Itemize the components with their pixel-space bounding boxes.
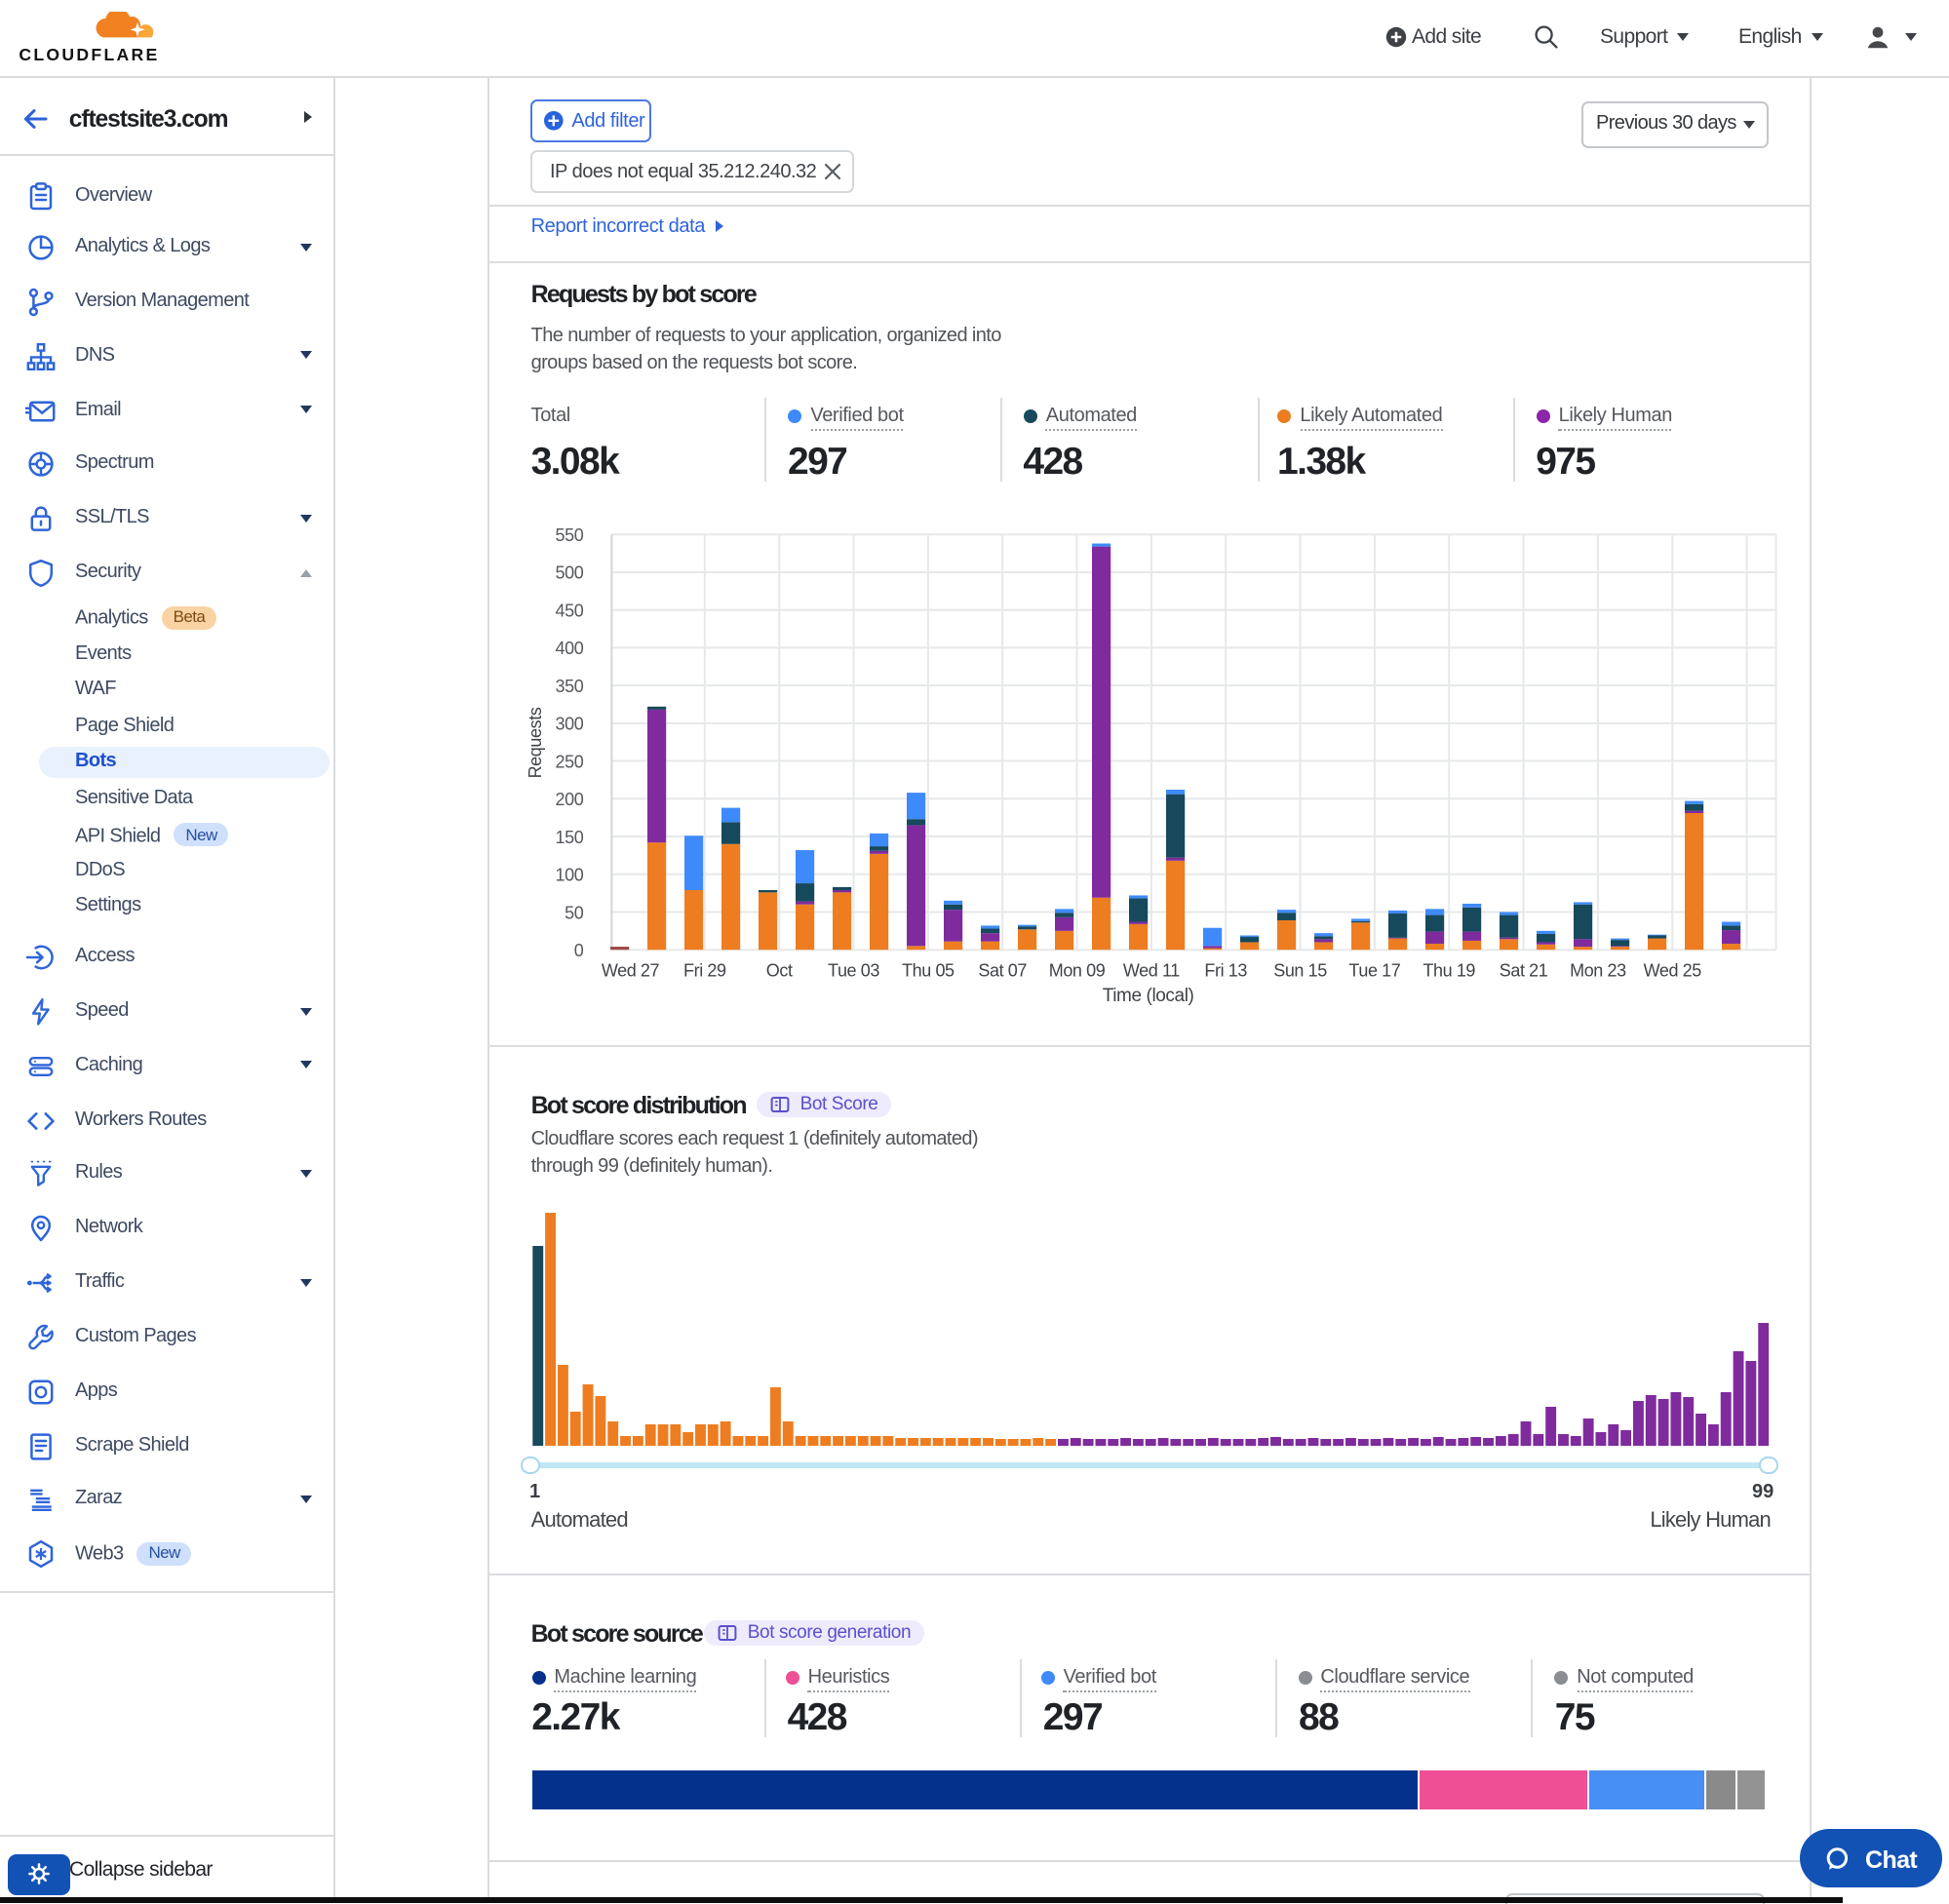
svg-text:550: 550 bbox=[555, 525, 583, 545]
svg-text:Wed 25: Wed 25 bbox=[1643, 961, 1701, 981]
svg-text:400: 400 bbox=[555, 639, 583, 658]
svg-text:Mon 09: Mon 09 bbox=[1048, 961, 1105, 981]
svg-text:Time (local): Time (local) bbox=[1102, 986, 1193, 1006]
svg-text:Fri 29: Fri 29 bbox=[682, 961, 725, 981]
svg-text:50: 50 bbox=[564, 903, 583, 922]
svg-text:Fri 13: Fri 13 bbox=[1203, 961, 1246, 981]
svg-text:Wed 27: Wed 27 bbox=[601, 961, 659, 981]
svg-text:250: 250 bbox=[555, 752, 583, 771]
svg-text:Sat 07: Sat 07 bbox=[977, 961, 1026, 981]
svg-text:Requests: Requests bbox=[525, 707, 544, 778]
svg-text:300: 300 bbox=[555, 715, 583, 734]
svg-text:150: 150 bbox=[555, 828, 583, 847]
svg-text:350: 350 bbox=[555, 677, 583, 696]
svg-text:Sun 15: Sun 15 bbox=[1272, 961, 1326, 981]
svg-text:Tue 03: Tue 03 bbox=[827, 961, 878, 981]
svg-text:Oct: Oct bbox=[765, 961, 792, 981]
svg-text:500: 500 bbox=[555, 563, 583, 583]
svg-text:Sat 21: Sat 21 bbox=[1499, 961, 1547, 981]
svg-text:Thu 05: Thu 05 bbox=[901, 961, 954, 981]
svg-text:200: 200 bbox=[555, 790, 583, 809]
svg-text:100: 100 bbox=[555, 866, 583, 885]
svg-text:Mon 23: Mon 23 bbox=[1569, 961, 1625, 981]
svg-text:Tue 17: Tue 17 bbox=[1347, 961, 1399, 981]
svg-text:0: 0 bbox=[573, 941, 583, 960]
svg-text:450: 450 bbox=[555, 601, 583, 620]
svg-text:Wed 11: Wed 11 bbox=[1122, 961, 1179, 981]
svg-text:Thu 19: Thu 19 bbox=[1422, 961, 1474, 981]
